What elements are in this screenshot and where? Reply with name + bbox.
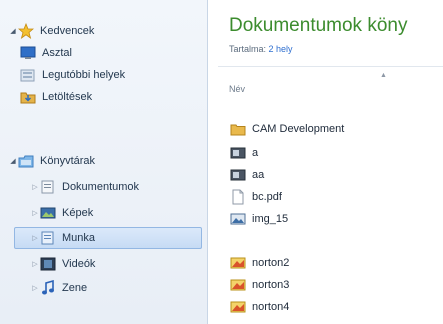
nav-item-videos[interactable]: ▷ Videók: [30, 253, 95, 275]
nav-item-label: Munka: [62, 232, 96, 244]
library-title: Dokumentumok köny: [229, 15, 408, 36]
collapsed-arrow-icon[interactable]: ▷: [30, 260, 40, 268]
file-name: img_15: [252, 213, 289, 225]
pictures-library-icon: [40, 206, 56, 220]
documents-library-icon: [40, 180, 56, 194]
contents-label: Tartalma:: [229, 44, 267, 54]
locations-link[interactable]: 2 hely: [269, 44, 293, 54]
navigation-pane: ◢ Kedvencek Asztal Legutóbbi helyek Letö…: [0, 0, 208, 324]
star-icon: [18, 23, 34, 39]
file-name: aa: [252, 169, 265, 181]
collapsed-arrow-icon[interactable]: ▷: [30, 209, 40, 217]
nav-item-label: Képek: [62, 207, 94, 219]
file-name: a: [252, 147, 259, 159]
image-file-icon: [230, 168, 246, 182]
libraries-icon: [18, 154, 34, 168]
norton-file-icon: [230, 300, 246, 314]
picture-file-icon: [230, 212, 246, 226]
nav-item-downloads[interactable]: Letöltések: [20, 86, 92, 108]
collapsed-arrow-icon[interactable]: ▷: [30, 234, 40, 242]
nav-libraries-label: Könyvtárak: [40, 155, 96, 167]
image-file-icon: [230, 146, 246, 160]
header-divider: [218, 66, 443, 67]
music-library-icon: [40, 280, 56, 295]
nav-item-label: Videók: [62, 258, 96, 270]
videos-library-icon: [40, 257, 56, 271]
file-name: bc.pdf: [252, 191, 282, 203]
expanded-arrow-icon[interactable]: ◢: [8, 157, 18, 165]
file-name: norton2: [252, 257, 290, 269]
file-row[interactable]: a: [230, 143, 258, 163]
nav-item-label: Asztal: [42, 47, 72, 59]
nav-item-pictures[interactable]: ▷ Képek: [30, 202, 93, 224]
norton-file-icon: [230, 256, 246, 270]
nav-item-music[interactable]: ▷ Zene: [30, 277, 87, 299]
file-row[interactable]: aa: [230, 165, 264, 185]
pdf-file-icon: [230, 189, 246, 205]
nav-item-label: Legutóbbi helyek: [42, 69, 126, 81]
file-row[interactable]: CAM Development: [230, 119, 344, 139]
file-row[interactable]: bc.pdf: [230, 187, 282, 207]
file-name: CAM Development: [252, 123, 345, 135]
nav-item-recent-places[interactable]: Legutóbbi helyek: [20, 64, 125, 86]
norton-file-icon: [230, 278, 246, 292]
column-header-name[interactable]: Név: [229, 84, 245, 94]
expanded-arrow-icon[interactable]: ◢: [8, 27, 18, 35]
nav-item-documents[interactable]: ▷ Dokumentumok: [30, 176, 139, 198]
file-name: norton3: [252, 279, 290, 291]
file-name: norton4: [252, 301, 290, 313]
sort-caret-icon: ▲: [380, 72, 387, 79]
work-library-icon: [40, 231, 56, 245]
file-row[interactable]: norton4: [230, 297, 289, 317]
collapsed-arrow-icon[interactable]: ▷: [30, 183, 40, 191]
folder-icon: [230, 122, 246, 136]
downloads-folder-icon: [20, 90, 36, 104]
file-row[interactable]: img_15: [230, 209, 288, 229]
file-row[interactable]: norton3: [230, 275, 289, 295]
nav-item-desktop[interactable]: Asztal: [20, 42, 72, 64]
nav-item-work[interactable]: ▷ Munka: [14, 227, 202, 249]
file-row[interactable]: norton2: [230, 253, 289, 273]
desktop-icon: [20, 46, 36, 60]
collapsed-arrow-icon[interactable]: ▷: [30, 284, 40, 292]
nav-item-label: Letöltések: [42, 91, 93, 103]
library-subtitle: Tartalma: 2 hely: [229, 44, 293, 54]
content-pane: Dokumentumok köny Tartalma: 2 hely ▲ Név…: [208, 0, 443, 324]
nav-item-label: Dokumentumok: [62, 181, 140, 193]
recent-places-icon: [20, 68, 36, 82]
nav-favorites-label: Kedvencek: [40, 25, 95, 37]
nav-libraries[interactable]: ◢ Könyvtárak: [8, 150, 95, 172]
nav-item-label: Zene: [62, 282, 88, 294]
nav-favorites[interactable]: ◢ Kedvencek: [8, 20, 94, 42]
